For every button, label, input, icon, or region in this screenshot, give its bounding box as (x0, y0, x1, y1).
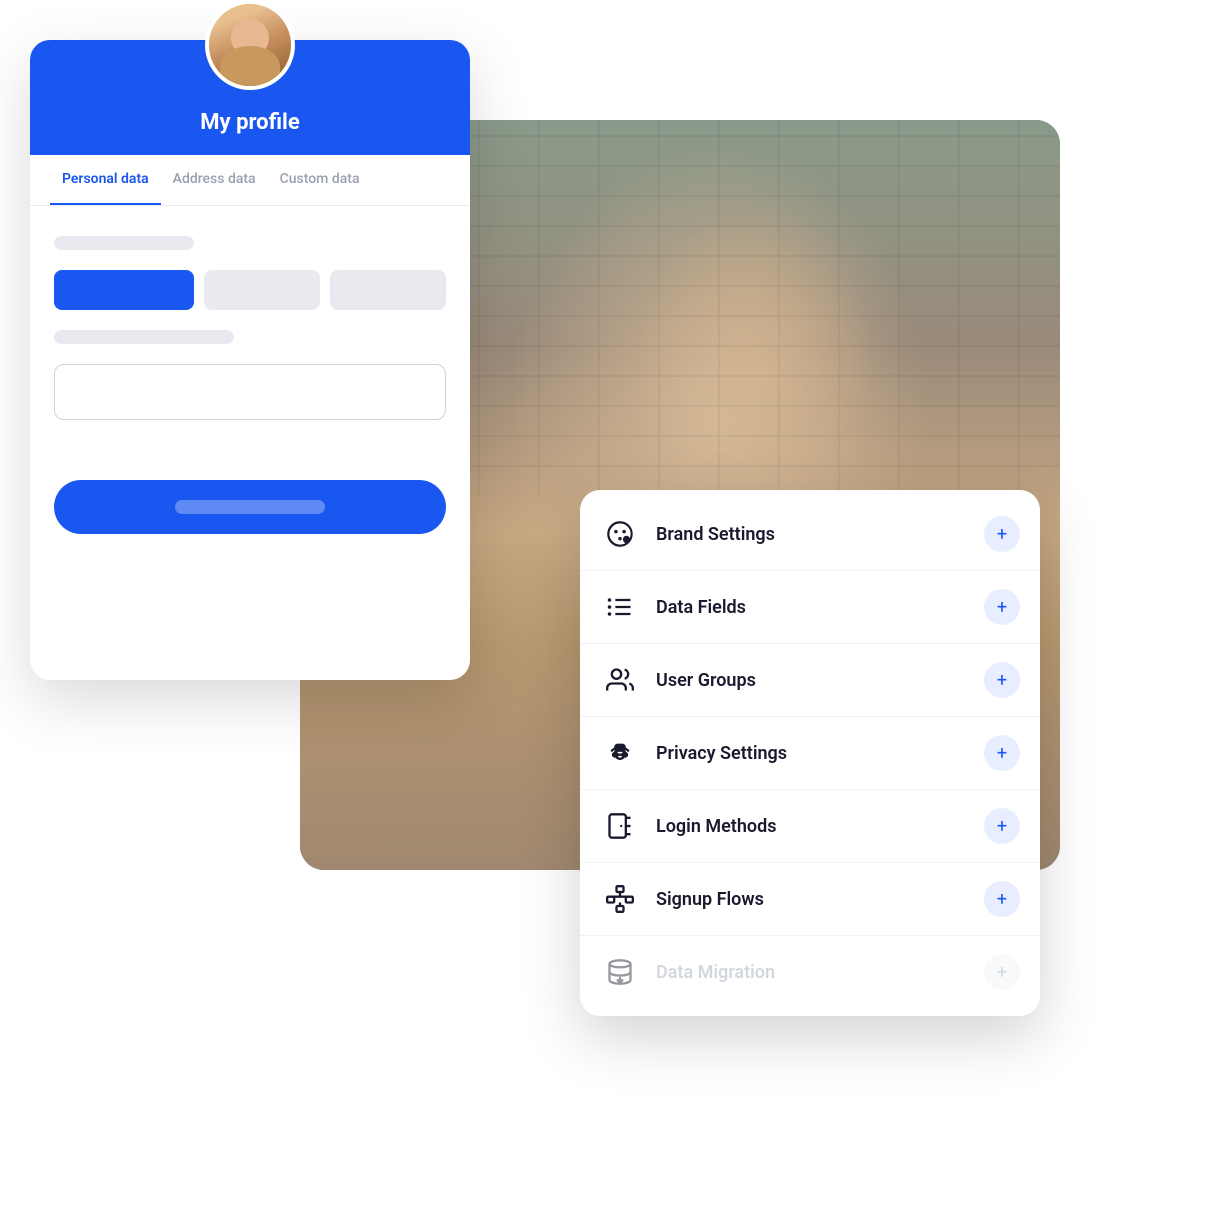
signup-flows-label: Signup Flows (656, 889, 984, 910)
profile-card-header: My profile (30, 40, 470, 155)
privacy-settings-plus[interactable]: + (984, 735, 1020, 771)
menu-item-brand-settings[interactable]: Brand Settings + (580, 498, 1040, 571)
save-button-label (175, 500, 325, 514)
profile-card: My profile Personal data Address data Cu… (30, 40, 470, 680)
scene: My profile Personal data Address data Cu… (0, 0, 1216, 1216)
list-icon (600, 587, 640, 627)
data-migration-plus: + (984, 954, 1020, 990)
menu-item-data-migration: Data Migration + (580, 936, 1040, 1008)
menu-item-user-groups[interactable]: User Groups + (580, 644, 1040, 717)
field-btn-2[interactable] (204, 270, 320, 310)
avatar (205, 0, 295, 90)
menu-item-login-methods[interactable]: Login Methods + (580, 790, 1040, 863)
save-button[interactable] (54, 480, 446, 534)
field-row-1 (54, 270, 446, 310)
profile-tabs: Personal data Address data Custom data (30, 155, 470, 206)
field-btn-3[interactable] (330, 270, 446, 310)
settings-panel: Brand Settings + Data Fields + (580, 490, 1040, 1016)
data-migration-label: Data Migration (656, 962, 984, 983)
profile-body (30, 206, 470, 564)
signup-flows-plus[interactable]: + (984, 881, 1020, 917)
database-icon (600, 952, 640, 992)
menu-item-privacy-settings[interactable]: Privacy Settings + (580, 717, 1040, 790)
tab-custom-data[interactable]: Custom data (268, 155, 372, 205)
data-fields-label: Data Fields (656, 597, 984, 618)
privacy-settings-label: Privacy Settings (656, 743, 984, 764)
user-groups-label: User Groups (656, 670, 984, 691)
users-icon (600, 660, 640, 700)
field-label-2 (54, 330, 234, 344)
user-groups-plus[interactable]: + (984, 662, 1020, 698)
palette-icon (600, 514, 640, 554)
profile-title: My profile (50, 110, 450, 135)
login-methods-plus[interactable]: + (984, 808, 1020, 844)
brand-settings-label: Brand Settings (656, 524, 984, 545)
menu-item-signup-flows[interactable]: Signup Flows + (580, 863, 1040, 936)
tab-personal-data[interactable]: Personal data (50, 155, 161, 205)
door-icon (600, 806, 640, 846)
flow-icon (600, 879, 640, 919)
login-methods-label: Login Methods (656, 816, 984, 837)
tab-address-data[interactable]: Address data (161, 155, 268, 205)
data-fields-plus[interactable]: + (984, 589, 1020, 625)
avatar-image (209, 4, 291, 86)
field-label-1 (54, 236, 194, 250)
text-input-1[interactable] (54, 364, 446, 420)
menu-item-data-fields[interactable]: Data Fields + (580, 571, 1040, 644)
brand-settings-plus[interactable]: + (984, 516, 1020, 552)
field-btn-active[interactable] (54, 270, 194, 310)
spy-icon (600, 733, 640, 773)
